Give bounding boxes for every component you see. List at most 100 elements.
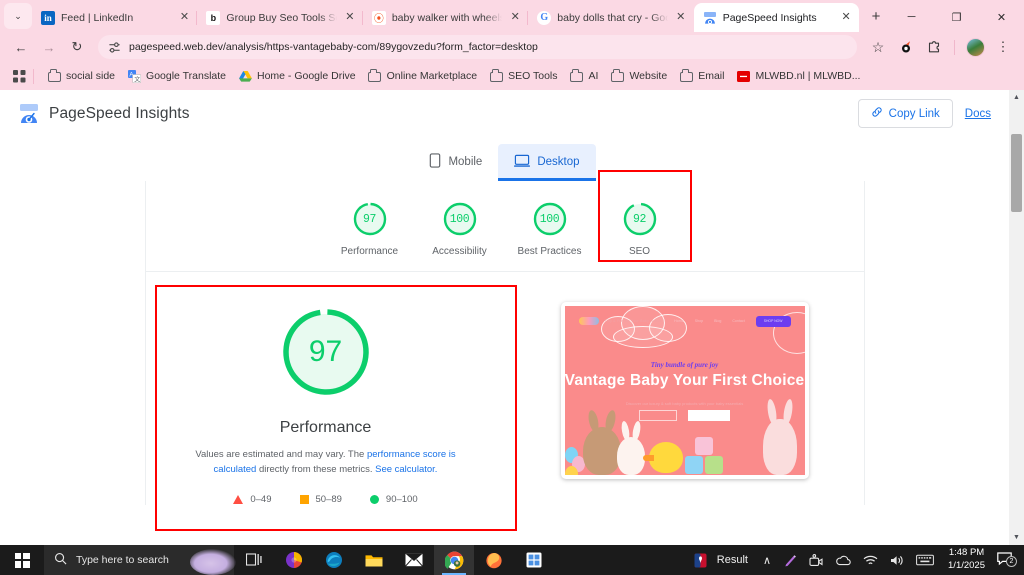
chrome-menu-button[interactable]: ⋮ [990,34,1016,60]
site-illustration [564,413,805,475]
show-hidden-icons-chevron[interactable]: ∧ [757,545,777,575]
tracker-icon[interactable] [893,34,919,60]
docs-link[interactable]: Docs [965,108,991,120]
apps-grid-icon[interactable] [8,69,30,83]
page-scrollbar[interactable]: ▲ ▼ [1009,90,1024,545]
taskbar-pinned-apps [234,545,554,575]
copy-link-button[interactable]: Copy Link [857,99,953,128]
forward-button[interactable]: → [36,34,62,60]
chrome-icon[interactable] [434,545,474,575]
bookmark-label: MLWBD.nl | MLWBD... [755,70,861,82]
microsoft-store-icon[interactable] [514,545,554,575]
keyboard-icon[interactable] [910,545,940,575]
tab-mobile[interactable]: Mobile [413,144,498,181]
windows-logo-icon [14,552,30,568]
score-performance[interactable]: 97 Performance [325,195,415,267]
site-cta-button: SHOP NOW [755,315,791,327]
reload-button[interactable]: ↻ [64,34,90,60]
tab-separator [196,11,198,25]
notification-icon[interactable]: 2 [993,551,1020,569]
bookmark-website[interactable]: Website [604,66,673,86]
bookmark-label: AI [588,70,599,82]
bookmark-google-translate[interactable]: A 文 Google Translate [121,66,232,86]
google-icon: G [537,10,552,25]
triangle-icon [233,495,244,505]
pagespeed-insights-page: PageSpeed Insights Copy Link Docs Mobile… [0,90,1009,545]
tab-pagespeed-insights[interactable]: PageSpeed Insights ✕ [693,3,860,32]
puzzle-icon[interactable] [921,34,947,60]
site-logo [578,317,599,325]
mail-icon[interactable] [394,545,434,575]
tab-baby-dolls-google[interactable]: G baby dolls that cry - Google ✕ [527,3,693,32]
bookmark-star-icon[interactable]: ☆ [865,34,891,60]
form-factor-tabs: Mobile Desktop [0,144,1009,181]
bookmark-email[interactable]: Email [673,66,730,86]
tab-baby-walker[interactable]: ⦿ baby walker with wheels: Ke ✕ [361,3,528,32]
score-ring: 97 [352,201,388,237]
bookmark-mlwbd[interactable]: MLWBD.nl | MLWBD... [730,66,866,86]
minimize-button[interactable]: ─ [889,2,934,32]
scrollbar-thumb[interactable] [1011,134,1022,212]
tab-group-buy-seo-tools[interactable]: b Group Buy Seo Tools Service ✕ [196,3,362,32]
legend-label: 90–100 [385,494,418,506]
page-header: PageSpeed Insights Copy Link Docs [0,90,1009,138]
onedrive-icon[interactable] [829,545,857,575]
copy-link-label: Copy Link [888,107,940,120]
score-accessibility[interactable]: 100 Accessibility [415,195,505,267]
tab-desktop[interactable]: Desktop [498,144,596,181]
back-button[interactable]: ← [8,34,34,60]
address-bar[interactable]: pagespeed.web.dev/analysis/https-vantage… [98,35,857,59]
desktop-icon [514,154,531,171]
new-tab-button[interactable]: + [863,3,889,29]
start-button[interactable] [0,545,44,575]
taskbar-search[interactable]: Type here to search [44,545,236,575]
firefox-icon[interactable] [474,545,514,575]
pen-icon[interactable] [777,545,803,575]
browser-toolbar: ← → ↻ pagespeed.web.dev/analysis/https-v… [0,32,1024,62]
tab-strip: ⌄ in Feed | LinkedIn ✕ b Group Buy Seo T… [0,0,1024,32]
score-best-practices[interactable]: 100 Best Practices [505,195,595,267]
volume-icon[interactable] [884,545,910,575]
taskbar-clock[interactable]: 1:48 PM 1/1/2025 [940,547,993,572]
avatar[interactable] [962,34,988,60]
tab-close-button[interactable]: ✕ [508,11,522,25]
score-seo[interactable]: 92 SEO [595,195,685,267]
wifi-icon[interactable] [857,545,884,575]
nba-result-label[interactable]: Result [713,554,757,566]
bookmark-seo-tools[interactable]: SEO Tools [483,66,563,86]
see-calculator-link[interactable]: See calculator. [375,464,437,475]
bookmark-social-side[interactable]: social side [41,66,121,86]
bookmark-ai[interactable]: AI [564,66,605,86]
page-title: PageSpeed Insights [49,104,190,122]
bookmarks-bar: social side A 文 Google Translate Home - … [0,62,1024,90]
tab-separator [527,11,529,25]
close-window-button[interactable]: ✕ [979,2,1024,32]
clock-time: 1:48 PM [948,547,985,559]
tab-search-icon[interactable]: ⌄ [4,3,32,29]
office-icon[interactable] [274,545,314,575]
meet-icon[interactable] [803,545,829,575]
bookmark-home-google-drive[interactable]: Home - Google Drive [232,66,362,86]
task-view-icon[interactable] [234,545,274,575]
scroll-down-arrow[interactable]: ▼ [1009,530,1024,545]
score-value: 100 [539,212,560,226]
site-settings-icon[interactable] [108,41,121,54]
tab-search-glyph: ⌄ [14,10,22,21]
nba-icon[interactable] [688,545,713,575]
performance-heading: Performance [279,419,372,436]
bunny-pink-icon [762,419,797,475]
tab-close-button[interactable]: ✕ [674,11,688,25]
maximize-button[interactable]: ❐ [934,2,979,32]
tab-feed-linkedin[interactable]: in Feed | LinkedIn ✕ [32,3,197,32]
legend-item-low: 0–49 [233,494,272,505]
bookmark-online-marketplace[interactable]: Online Marketplace [362,66,483,86]
group-buy-icon: b [206,10,221,25]
tab-close-button[interactable]: ✕ [177,11,191,25]
edge-icon[interactable] [314,545,354,575]
tab-close-button[interactable]: ✕ [343,11,357,25]
scroll-up-arrow[interactable]: ▲ [1009,90,1024,105]
performance-gauge: 97 [278,304,374,400]
tab-close-button[interactable]: ✕ [839,11,853,25]
translate-icon: A 文 [127,69,141,83]
file-explorer-icon[interactable] [354,545,394,575]
